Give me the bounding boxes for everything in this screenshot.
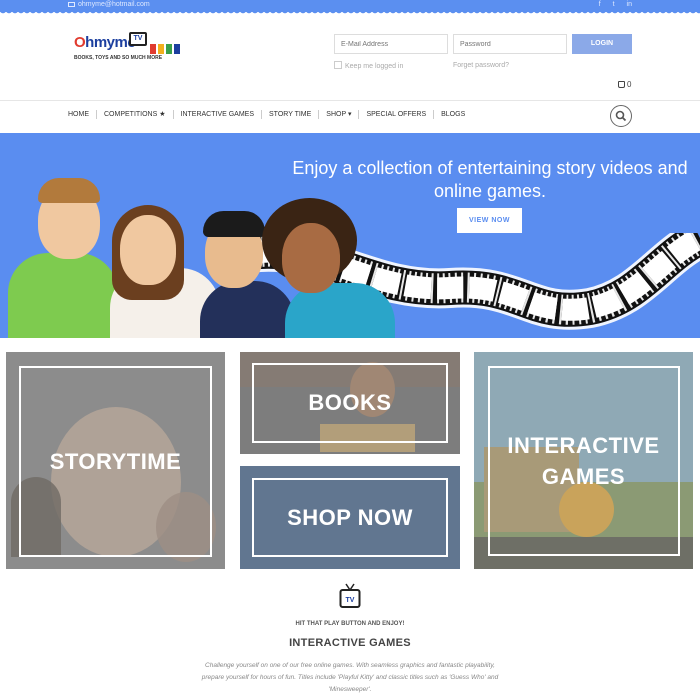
site-logo[interactable]: Ohmyme TV BOOKS, TOYS AND SO MUCH MORE <box>74 32 184 66</box>
tv-icon: TV <box>339 583 361 608</box>
nav-item-special-offers[interactable]: SPECIAL OFFERS <box>358 110 433 119</box>
hero-title: Enjoy a collection of entertaining story… <box>292 158 688 201</box>
cart-button[interactable]: 0 <box>618 80 631 89</box>
svg-text:TV: TV <box>346 597 355 604</box>
tile-shop-label: SHOP NOW <box>287 505 413 530</box>
tile-books-label: BOOKS <box>308 390 392 415</box>
section-title: INTERACTIVE GAMES <box>289 637 411 649</box>
social-links: f t in <box>589 1 632 8</box>
main-nav: HOME COMPETITIONS ★ INTERACTIVE GAMES ST… <box>68 110 472 119</box>
login-button[interactable]: LOGIN <box>572 34 632 54</box>
keep-logged-in-checkbox[interactable] <box>334 61 342 69</box>
search-button[interactable] <box>610 105 632 127</box>
cart-count: 0 <box>627 80 632 89</box>
password-field[interactable] <box>453 34 567 54</box>
contact-email[interactable]: ohmyme@hotmail.com <box>68 1 150 8</box>
tile-storytime-label: STORYTIME <box>49 449 182 474</box>
facebook-icon[interactable]: f <box>599 1 601 8</box>
nav-item-blogs[interactable]: BLOGS <box>433 110 472 119</box>
forgot-password-link[interactable]: Forget password? <box>453 62 509 69</box>
tile-interactive-games[interactable]: INTERACTIVE GAMES <box>474 352 693 569</box>
logo-tv-icon: TV <box>129 32 147 46</box>
twitter-icon[interactable]: t <box>613 1 615 8</box>
nav-item-shop[interactable]: SHOP ▾ <box>318 110 358 119</box>
shopping-bag-icon <box>618 81 625 88</box>
mail-icon <box>68 1 75 7</box>
keep-logged-in-label: Keep me logged in <box>345 63 404 70</box>
contact-email-text: ohmyme@hotmail.com <box>78 1 150 8</box>
nav-item-competitions[interactable]: COMPETITIONS ★ <box>96 110 173 119</box>
nav-item-home[interactable]: HOME <box>68 110 96 119</box>
nav-top-divider <box>0 100 700 101</box>
view-now-button[interactable]: VIEW NOW <box>457 208 522 233</box>
hero-banner: Enjoy a collection of entertaining story… <box>0 133 700 338</box>
nav-item-interactive-games[interactable]: INTERACTIVE GAMES <box>172 110 262 119</box>
section-description: Challenge yourself on one of our free on… <box>201 662 499 693</box>
instagram-icon[interactable]: in <box>627 1 632 8</box>
nav-item-story-time[interactable]: STORY TIME <box>261 110 318 119</box>
email-field[interactable] <box>334 34 448 54</box>
keep-logged-in[interactable]: Keep me logged in <box>334 61 403 70</box>
top-bar-zigzag-edge <box>0 11 700 15</box>
tile-books[interactable]: BOOKS <box>240 352 460 454</box>
logo-tagline: BOOKS, TOYS AND SO MUCH MORE <box>74 55 163 61</box>
tile-storytime[interactable]: STORYTIME <box>6 352 225 569</box>
tile-games-label: INTERACTIVE GAMES <box>507 433 660 489</box>
tile-shop-now[interactable]: SHOP NOW <box>240 466 460 569</box>
search-icon <box>615 110 627 122</box>
section-tagline: HIT THAT PLAY BUTTON AND ENJOY! <box>295 621 405 627</box>
logo-brand: Ohmyme <box>74 34 136 51</box>
